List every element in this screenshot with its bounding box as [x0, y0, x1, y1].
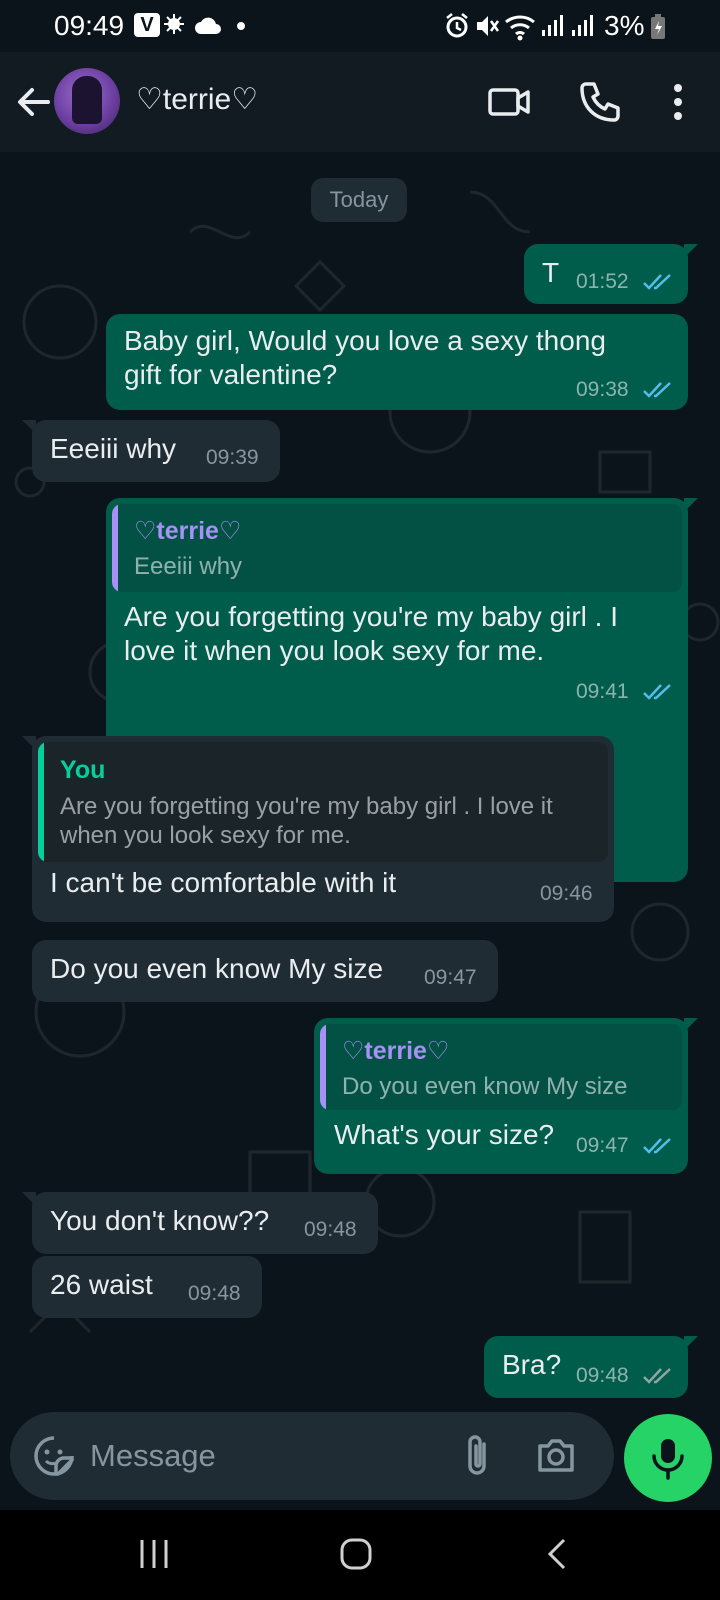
- voice-call-icon[interactable]: [576, 78, 624, 126]
- message-text: Are you forgetting you're my baby girl .…: [124, 601, 619, 666]
- message-text: I can't be comfortable with it: [50, 867, 397, 898]
- message-time: 09:39: [206, 446, 259, 469]
- message-time: 09:48: [188, 1282, 241, 1305]
- bubble-tail: [22, 736, 36, 750]
- message-input[interactable]: [90, 1430, 430, 1482]
- incoming-message[interactable]: You don't know?? 09:48: [22, 1192, 378, 1254]
- status-bar: 09:49 V 3%: [0, 0, 720, 52]
- outgoing-message[interactable]: Baby girl, Would you love a sexy thong g…: [106, 314, 688, 410]
- read-receipt-icon: [643, 382, 671, 398]
- mic-button[interactable]: [624, 1414, 712, 1502]
- message-list[interactable]: Today T 01:52 Baby girl, Would you love …: [0, 152, 720, 1402]
- signal-icon: [572, 15, 593, 36]
- outgoing-message[interactable]: T 01:52: [524, 244, 698, 304]
- notification-dot: [237, 22, 245, 30]
- bubble-tail: [22, 420, 36, 434]
- date-separator: Today: [311, 178, 407, 222]
- message-time: 09:48: [576, 1364, 629, 1387]
- battery-percent: 3%: [604, 10, 645, 41]
- status-time: 09:49: [54, 10, 125, 41]
- contact-name[interactable]: ♡terrie♡: [136, 82, 258, 117]
- quoted-reply[interactable]: You Are you forgetting you're my baby gi…: [38, 742, 608, 862]
- incoming-message[interactable]: 26 waist 09:48: [32, 1256, 262, 1318]
- bubble-tail: [22, 1192, 36, 1206]
- bubble-tail: [684, 1018, 698, 1032]
- attach-icon[interactable]: [462, 1432, 492, 1480]
- battery-icon: [651, 14, 665, 39]
- mic-icon: [652, 1439, 684, 1480]
- quote-accent-bar: [320, 1024, 326, 1110]
- wifi-icon: [505, 15, 535, 41]
- outgoing-message[interactable]: Bra? 09:48: [484, 1336, 698, 1398]
- message-time: 09:38: [576, 378, 629, 401]
- quoted-reply[interactable]: ♡terrie♡ Do you even know My size: [320, 1024, 682, 1110]
- message-composer: [10, 1412, 614, 1500]
- mute-icon: [477, 16, 500, 36]
- bubble-tail: [684, 244, 698, 258]
- read-receipt-icon: [643, 274, 671, 290]
- chat-header: ♡terrie♡: [0, 52, 720, 152]
- message-text: Baby girl, Would you love a sexy thong g…: [124, 325, 606, 390]
- avatar-silhouette: [72, 76, 102, 124]
- message-text: T: [542, 257, 560, 288]
- alarm-icon: [446, 13, 468, 38]
- back-icon[interactable]: [540, 1536, 576, 1572]
- message-time: 09:47: [576, 1134, 629, 1157]
- quote-accent-bar: [38, 742, 44, 862]
- video-call-icon[interactable]: [486, 78, 534, 126]
- emoji-sticker-icon[interactable]: [32, 1434, 76, 1478]
- message-text: Eeeiii why: [50, 433, 177, 464]
- quote-text: Are you forgetting you're my baby girl .…: [60, 793, 553, 849]
- read-receipt-icon: [643, 684, 671, 700]
- message-time: 09:47: [424, 966, 477, 989]
- quote-text: Eeeiii why: [134, 553, 243, 580]
- recents-icon[interactable]: [136, 1536, 172, 1572]
- quote-text: Do you even know My size: [342, 1073, 628, 1100]
- delivered-receipt-icon: [643, 1368, 671, 1384]
- outgoing-message[interactable]: ♡terrie♡ Do you even know My size What's…: [314, 1018, 698, 1174]
- quote-author: You: [60, 756, 106, 784]
- message-text: What's your size?: [334, 1119, 555, 1150]
- quote-accent-bar: [112, 504, 118, 592]
- message-text: Do you even know My size: [50, 953, 384, 984]
- incoming-message[interactable]: Eeeiii why 09:39: [22, 420, 280, 482]
- home-icon[interactable]: [338, 1536, 374, 1572]
- quote-author: ♡terrie♡: [342, 1037, 450, 1065]
- cloud-icon: [195, 17, 221, 34]
- quote-author: ♡terrie♡: [134, 517, 242, 545]
- bubble-tail: [684, 1336, 698, 1350]
- back-arrow-icon[interactable]: [14, 82, 54, 122]
- read-receipt-icon: [643, 1138, 671, 1154]
- avatar[interactable]: [54, 68, 120, 134]
- message-text: Bra?: [502, 1349, 562, 1380]
- bubble-tail: [684, 498, 698, 512]
- message-text: 26 waist: [50, 1269, 153, 1300]
- message-text: You don't know??: [50, 1205, 270, 1236]
- carrier-badge: V: [134, 13, 160, 37]
- message-time: 09:48: [304, 1218, 357, 1241]
- quoted-reply[interactable]: ♡terrie♡ Eeeiii why: [112, 504, 682, 592]
- incoming-message[interactable]: You Are you forgetting you're my baby gi…: [22, 736, 614, 922]
- incoming-message[interactable]: Do you even know My size 09:47: [32, 940, 498, 1002]
- message-time: 09:46: [540, 882, 593, 905]
- more-options-icon[interactable]: [660, 78, 696, 126]
- message-time: 09:41: [576, 680, 629, 703]
- signal-icon: [542, 15, 563, 36]
- message-time: 01:52: [576, 270, 629, 293]
- system-nav-bar: [0, 1510, 720, 1600]
- weather-icon: [164, 14, 184, 34]
- camera-icon[interactable]: [534, 1434, 578, 1478]
